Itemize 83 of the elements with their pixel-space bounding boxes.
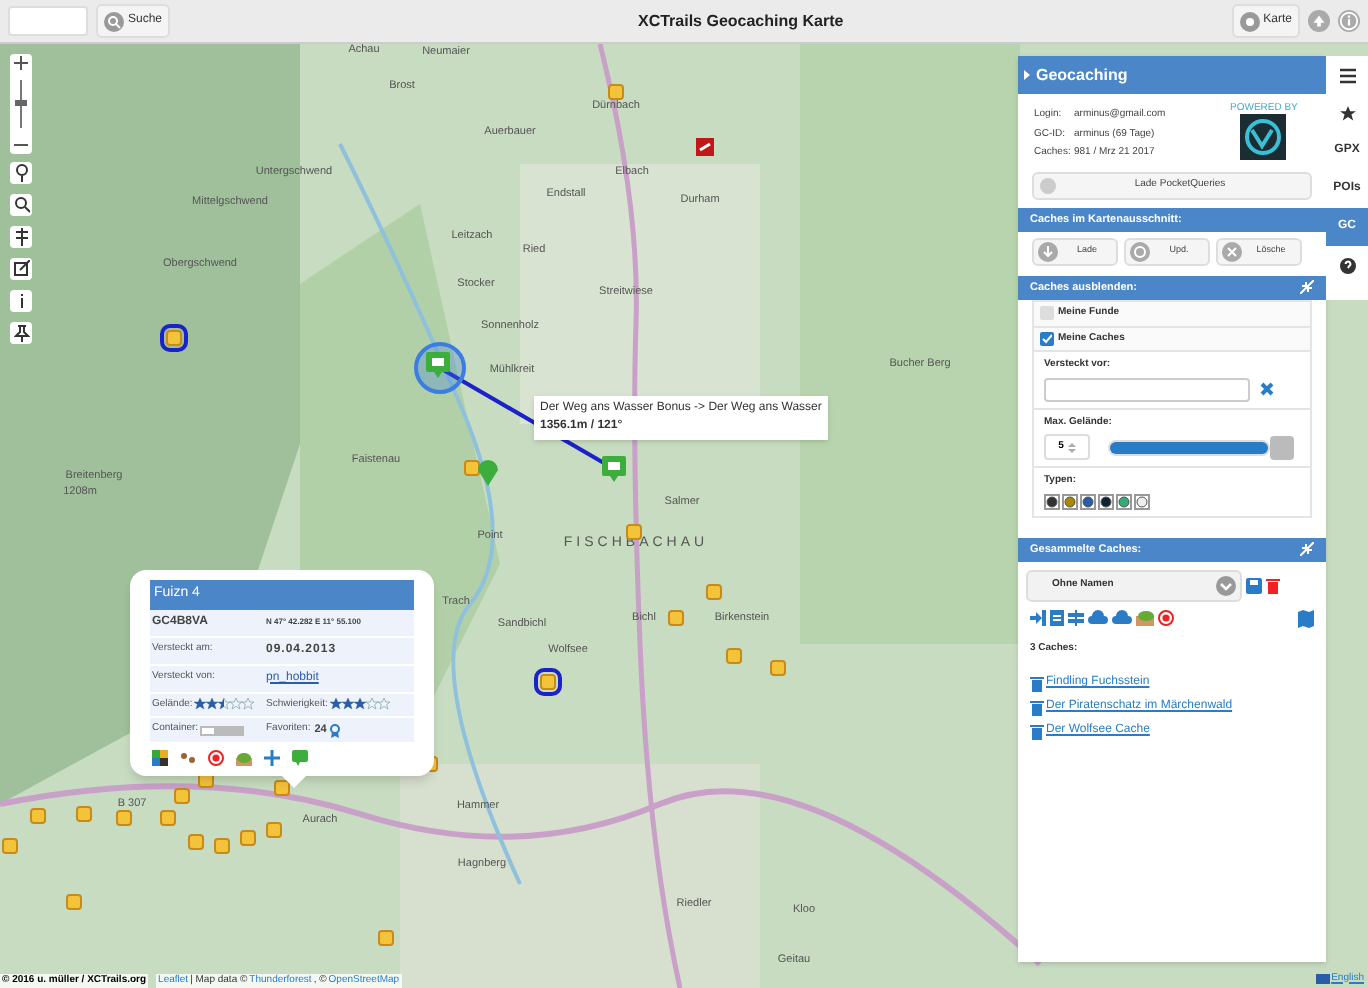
target-icon[interactable] bbox=[1158, 610, 1174, 627]
ribbon-icon bbox=[330, 723, 341, 738]
plus-icon[interactable] bbox=[264, 750, 280, 767]
cache-icon[interactable] bbox=[1136, 610, 1154, 627]
panel-title: Geocaching bbox=[1036, 63, 1128, 87]
cloud-upload-icon[interactable] bbox=[1112, 610, 1132, 627]
cache-type-icon[interactable] bbox=[1080, 493, 1096, 509]
save-icon[interactable] bbox=[1246, 577, 1262, 594]
slider-thumb[interactable] bbox=[1270, 435, 1294, 459]
trash-icon[interactable] bbox=[1030, 723, 1044, 740]
cache-marker-icon[interactable] bbox=[626, 524, 642, 540]
trash-icon[interactable] bbox=[1266, 577, 1280, 594]
cache-marker-icon[interactable] bbox=[174, 788, 190, 804]
logo-icon bbox=[1240, 114, 1287, 160]
cache-marker-icon[interactable] bbox=[76, 806, 92, 822]
cache-icon[interactable] bbox=[236, 750, 252, 767]
cache-marker-icon[interactable] bbox=[214, 838, 230, 854]
cache-marker-icon[interactable] bbox=[378, 930, 394, 946]
edit-icon[interactable] bbox=[13, 260, 29, 278]
close-icon bbox=[1222, 241, 1242, 262]
zoom-out-icon[interactable] bbox=[14, 138, 28, 152]
footprints-icon[interactable] bbox=[180, 750, 196, 767]
grid-icon[interactable] bbox=[152, 750, 168, 767]
cache-marker-icon[interactable] bbox=[668, 610, 684, 626]
zoom-slider-icon[interactable] bbox=[14, 80, 28, 128]
target-icon bbox=[1239, 11, 1260, 31]
map-icon[interactable] bbox=[1298, 609, 1314, 628]
import-icon[interactable] bbox=[1030, 610, 1046, 627]
refresh-icon bbox=[1130, 241, 1150, 262]
cloud-download-icon[interactable] bbox=[1088, 610, 1108, 627]
collapse-icon[interactable] bbox=[1300, 542, 1314, 557]
cache-marker-icon[interactable] bbox=[188, 834, 204, 850]
check-icon bbox=[1042, 333, 1052, 344]
menu-icon bbox=[1339, 67, 1355, 83]
cache-marker-icon[interactable] bbox=[160, 810, 176, 826]
caret-icon[interactable] bbox=[1024, 70, 1030, 80]
date-field[interactable] bbox=[1044, 377, 1250, 401]
flag-icon bbox=[1315, 973, 1330, 984]
cache-type-icon[interactable] bbox=[1044, 493, 1060, 509]
star-icon bbox=[1339, 105, 1355, 121]
target-icon[interactable] bbox=[208, 750, 224, 767]
pencil-marker-icon[interactable] bbox=[696, 138, 714, 156]
cache-marker-icon[interactable] bbox=[706, 584, 722, 600]
trash-icon[interactable] bbox=[1030, 699, 1044, 716]
document-icon[interactable] bbox=[1050, 610, 1064, 627]
cache-marker-icon[interactable] bbox=[66, 894, 82, 910]
checkbox[interactable] bbox=[1040, 331, 1054, 346]
search-field[interactable] bbox=[8, 6, 88, 36]
download-icon bbox=[1038, 241, 1058, 262]
window-title: XCTrails Geocaching Karte bbox=[635, 9, 846, 33]
cache-marker-icon[interactable] bbox=[464, 460, 480, 476]
checkbox[interactable] bbox=[1040, 306, 1054, 321]
speech-marker-icon[interactable] bbox=[426, 352, 450, 378]
cache-marker-icon[interactable] bbox=[166, 330, 182, 346]
container-size-icon bbox=[200, 725, 245, 736]
location-icon[interactable] bbox=[13, 164, 29, 182]
cache-type-icon[interactable] bbox=[1098, 493, 1114, 509]
cache-marker-icon[interactable] bbox=[266, 822, 282, 838]
cache-marker-icon[interactable] bbox=[116, 810, 132, 826]
signpost-icon[interactable] bbox=[13, 228, 29, 246]
cache-marker-icon[interactable] bbox=[240, 830, 256, 846]
spinner-icon[interactable] bbox=[1067, 441, 1076, 453]
help-icon bbox=[1339, 257, 1355, 273]
zoom-control[interactable] bbox=[10, 54, 32, 154]
speech-marker-icon[interactable] bbox=[602, 456, 626, 482]
circle-icon bbox=[1040, 177, 1056, 193]
cache-marker-icon[interactable] bbox=[608, 84, 624, 100]
upload-icon[interactable] bbox=[1308, 10, 1330, 32]
cache-marker-icon[interactable] bbox=[770, 660, 786, 676]
search-icon bbox=[104, 11, 124, 31]
zoom-in-icon[interactable] bbox=[14, 56, 28, 70]
cache-marker-icon[interactable] bbox=[2, 838, 18, 854]
dropdown-icon[interactable] bbox=[1216, 575, 1236, 596]
cache-marker-icon[interactable] bbox=[726, 648, 742, 664]
pin-icon[interactable] bbox=[13, 324, 29, 342]
close-icon[interactable] bbox=[1260, 382, 1274, 396]
collapse-icon[interactable] bbox=[1300, 280, 1314, 295]
cache-marker-icon[interactable] bbox=[274, 780, 290, 796]
trash-icon[interactable] bbox=[1030, 675, 1044, 692]
cache-marker-icon[interactable] bbox=[540, 674, 556, 690]
comment-icon[interactable] bbox=[292, 750, 308, 767]
cache-marker-icon[interactable] bbox=[30, 808, 46, 824]
search-icon[interactable] bbox=[13, 196, 29, 214]
